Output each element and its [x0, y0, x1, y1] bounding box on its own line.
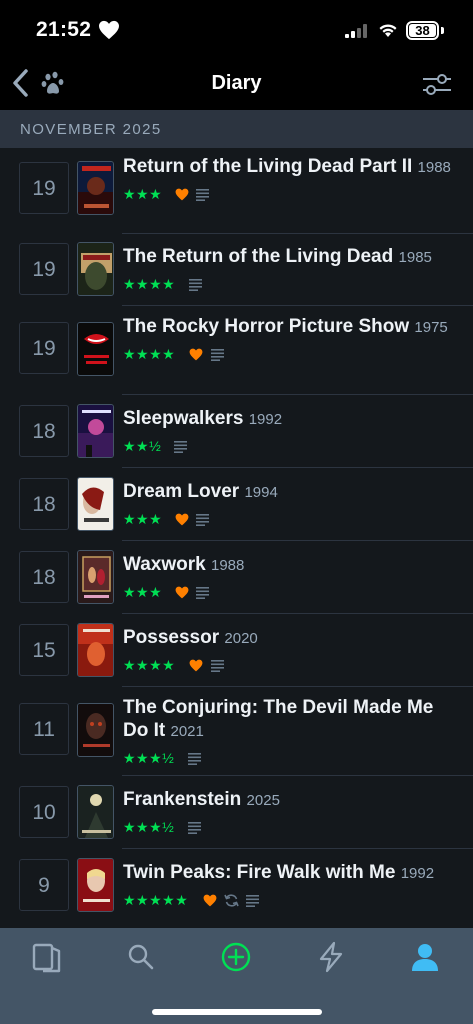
review-lines-icon — [196, 587, 209, 599]
day-box: 18 — [19, 478, 69, 530]
film-poster[interactable] — [77, 322, 114, 376]
film-title[interactable]: Dream Lover — [123, 481, 239, 502]
star-rating: ★★★★ — [123, 346, 176, 362]
film-title[interactable]: The Rocky Horror Picture Show — [123, 316, 409, 337]
film-title[interactable]: Possessor — [123, 627, 219, 648]
book-icon[interactable] — [29, 940, 65, 974]
film-title[interactable]: The Return of the Living Dead — [123, 246, 393, 267]
diary-entry[interactable]: 18 Waxwork 1988 ★★★ — [0, 541, 473, 614]
film-poster[interactable] — [77, 477, 114, 531]
diary-entry[interactable]: 15 Possessor 2020 ★★★★ — [0, 614, 473, 687]
film-title[interactable]: Twin Peaks: Fire Walk with Me — [123, 862, 395, 883]
diary-list[interactable]: 19 Return of the Living Dead Part II 198… — [0, 148, 473, 928]
diary-entry[interactable]: 19 The Return of the Living Dead 1985 ★★… — [0, 234, 473, 306]
cellular-signal-icon — [345, 24, 367, 38]
review-lines-icon — [196, 514, 209, 526]
day-box: 10 — [19, 786, 69, 838]
heart-icon — [175, 586, 189, 599]
star-rating: ★★★½ — [123, 819, 175, 835]
diary-entry[interactable]: 19 Return of the Living Dead Part II 198… — [0, 148, 473, 234]
battery-level: 38 — [415, 23, 430, 38]
day-box: 18 — [19, 405, 69, 457]
filter-sliders-icon[interactable] — [420, 70, 454, 98]
star-rating: ★★★★ — [123, 657, 176, 673]
month-section-header: NOVEMBER 2025 — [0, 110, 473, 148]
star-rating: ★★★ — [123, 186, 163, 202]
diary-entry[interactable]: 11 The Conjuring: The Devil Made Me Do I… — [0, 687, 473, 776]
film-poster[interactable] — [77, 858, 114, 912]
review-lines-icon — [174, 441, 187, 453]
film-year: 1992 — [400, 865, 435, 882]
day-box: 11 — [19, 703, 69, 755]
review-lines-icon — [246, 895, 259, 907]
film-poster[interactable] — [77, 161, 114, 215]
heart-icon — [175, 513, 189, 526]
heart-icon — [189, 348, 203, 361]
day-box: 19 — [19, 243, 69, 295]
heart-icon — [203, 894, 217, 907]
heart-icon — [175, 188, 189, 201]
diary-entry[interactable]: 18 Dream Lover 1994 ★★★ — [0, 468, 473, 541]
month-label: NOVEMBER 2025 — [20, 121, 162, 138]
film-year: 2021 — [170, 723, 204, 740]
heart-icon — [99, 20, 119, 40]
star-rating: ★★★★ — [123, 276, 176, 292]
review-lines-icon — [188, 822, 201, 834]
nav-bar: Diary — [0, 60, 473, 110]
day-box: 9 — [19, 859, 69, 911]
rewatch-icon — [224, 894, 239, 907]
star-rating: ★★★ — [123, 584, 163, 600]
status-bar: 21:52 38 — [0, 0, 473, 60]
film-poster[interactable] — [77, 785, 114, 839]
day-box: 15 — [19, 624, 69, 676]
diary-entry[interactable]: 10 Frankenstein 2025 ★★★½ — [0, 776, 473, 849]
film-poster[interactable] — [77, 623, 114, 677]
diary-entry[interactable]: 19 The Rocky Horror Picture Show 1975 ★★… — [0, 306, 473, 395]
review-lines-icon — [211, 660, 224, 672]
film-poster[interactable] — [77, 242, 114, 296]
film-year: 1992 — [248, 411, 283, 428]
star-rating: ★★★★★ — [123, 892, 189, 908]
battery-icon: 38 — [406, 21, 439, 40]
film-poster[interactable] — [77, 703, 114, 757]
star-rating: ★★★½ — [123, 750, 175, 766]
review-lines-icon — [189, 279, 202, 291]
day-box: 18 — [19, 551, 69, 603]
wifi-icon — [379, 24, 397, 37]
film-year: 1994 — [244, 484, 278, 501]
film-year: 2020 — [224, 630, 258, 647]
film-year: 1985 — [398, 249, 432, 266]
person-icon[interactable] — [407, 940, 443, 974]
search-icon[interactable] — [123, 940, 159, 974]
film-title[interactable]: Return of the Living Dead Part II — [123, 156, 412, 177]
film-year: 1988 — [211, 557, 245, 574]
heart-icon — [189, 659, 203, 672]
day-box: 19 — [19, 162, 69, 214]
review-lines-icon — [196, 189, 209, 201]
film-year: 1975 — [414, 319, 448, 336]
film-title[interactable]: Waxwork — [123, 554, 206, 575]
star-rating: ★★★ — [123, 511, 163, 527]
lightning-icon[interactable] — [313, 940, 349, 974]
diary-entry[interactable]: 9 Twin Peaks: Fire Walk with Me 1992 ★★★… — [0, 849, 473, 928]
page-title: Diary — [211, 72, 262, 94]
film-title[interactable]: Frankenstein — [123, 789, 241, 810]
day-box: 19 — [19, 322, 69, 374]
review-lines-icon — [211, 349, 224, 361]
star-rating: ★★½ — [123, 438, 162, 454]
film-poster[interactable] — [77, 404, 114, 458]
film-poster[interactable] — [77, 550, 114, 604]
review-lines-icon — [188, 753, 201, 765]
film-year: 1988 — [417, 159, 451, 176]
plus-circle-icon[interactable] — [218, 940, 254, 974]
status-time: 21:52 — [36, 18, 92, 41]
diary-entry[interactable]: 18 Sleepwalkers 1992 ★★½ — [0, 395, 473, 468]
film-title[interactable]: Sleepwalkers — [123, 408, 243, 429]
home-indicator — [152, 1009, 322, 1015]
film-year: 2025 — [246, 792, 280, 809]
